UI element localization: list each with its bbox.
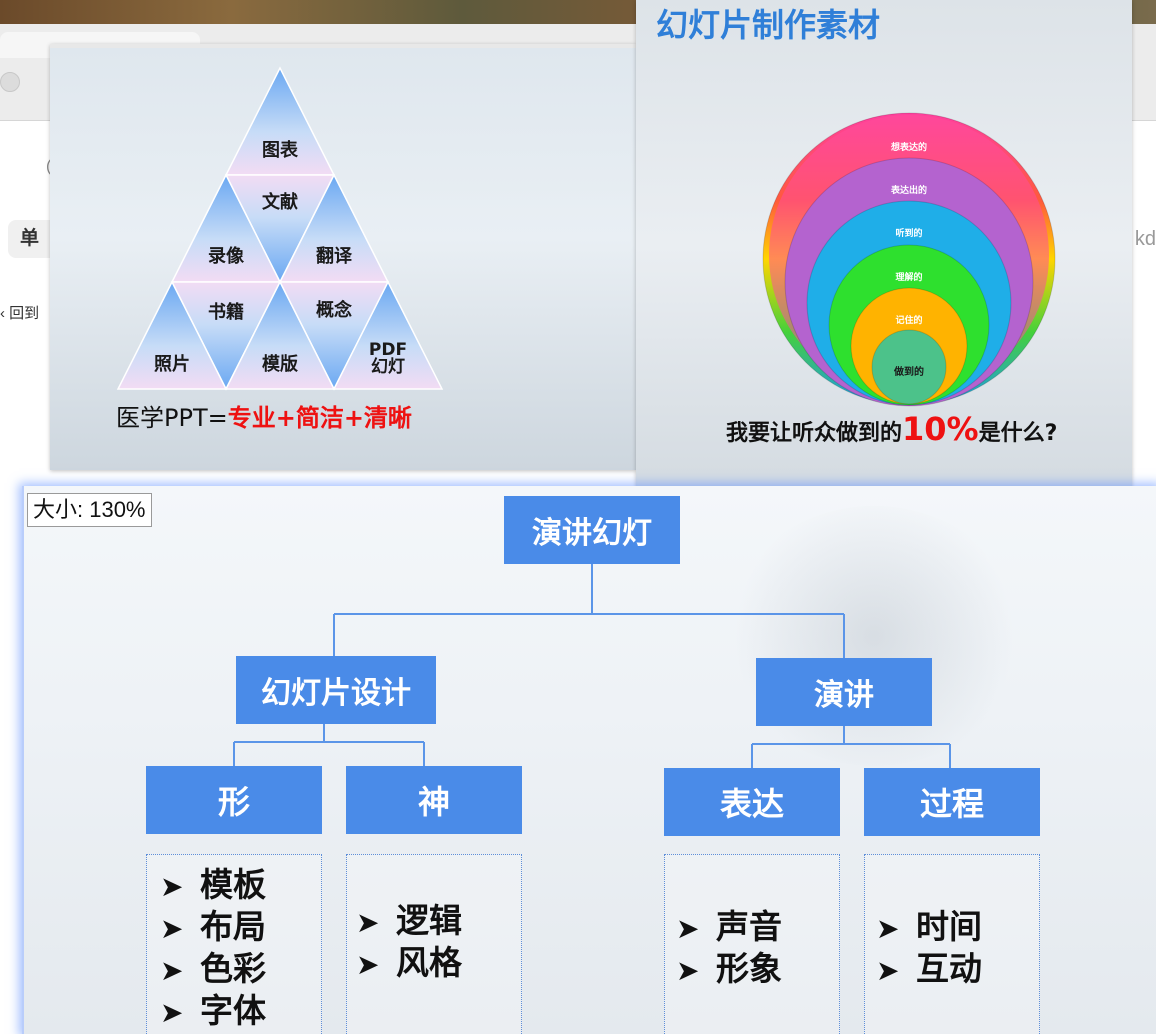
bullet-item: ➤ 风格 <box>356 936 462 984</box>
circles-caption: 我要让听众做到的10%是什么? <box>726 410 1057 448</box>
bullet-text: 声音 <box>716 907 782 946</box>
background-window-button[interactable] <box>0 72 20 92</box>
background-back-link[interactable]: ‹ 回到 <box>0 302 39 323</box>
caption-suffix: 是什么? <box>978 421 1058 446</box>
bullet-text: 布局 <box>200 907 266 946</box>
pyramid-label: 照片 <box>154 354 190 375</box>
bullet-item: ➤ 互动 <box>876 942 982 990</box>
arrow-bullet-icon: ➤ <box>876 954 900 987</box>
pyramid-label: 模版 <box>262 354 298 375</box>
pyramid-label: 录像 <box>208 246 244 267</box>
arrow-bullet-icon: ➤ <box>876 912 900 945</box>
arrow-bullet-icon: ➤ <box>356 948 380 981</box>
tree-root-node: 演讲幻灯 <box>504 496 680 564</box>
tree-leaf-process: 过程 <box>864 768 1040 836</box>
caption-percent: 10% <box>902 410 979 448</box>
circle-label: 理解的 <box>895 273 923 283</box>
circle-label: 表达出的 <box>890 186 928 196</box>
bullet-text: 时间 <box>916 907 982 946</box>
arrow-bullet-icon: ➤ <box>160 996 184 1029</box>
tree-leaf-expression: 表达 <box>664 768 840 836</box>
circle-label: 做到的 <box>894 367 924 378</box>
pyramid-caption: 医学PPT=专业+简洁+清晰 <box>116 398 412 433</box>
pyramid-slide[interactable]: 图表 文献 录像 翻译 书籍 概念 照片 模版 PDF 幻灯 医学PPT=专业+… <box>50 44 636 470</box>
pyramid-label: 文献 <box>262 192 298 213</box>
caption-prefix: 医学PPT= <box>116 404 228 432</box>
bullet-item: ➤ 布局 <box>160 900 266 948</box>
bullet-item: ➤ 逻辑 <box>356 894 462 942</box>
bullet-item: ➤ 字体 <box>160 984 266 1032</box>
bullet-text: 字体 <box>200 991 266 1030</box>
tree-branch-design: 幻灯片设计 <box>236 656 436 724</box>
pyramid-label: 书籍 <box>208 302 244 323</box>
chevron-left-icon: ‹ <box>0 305 5 322</box>
circle-label: 想表达的 <box>890 143 928 153</box>
background-text-fragment-right: kd <box>1134 228 1156 250</box>
arrow-bullet-icon: ➤ <box>676 954 700 987</box>
pyramid-label-line: 幻灯 <box>371 357 405 377</box>
circles-slide[interactable]: 幻灯片制作素材 想表达的 表达出的 听到的 理解的 记住的 做到的 我要让听众做到的10%… <box>636 0 1132 488</box>
caption-highlight: 专业+简洁+清晰 <box>227 404 412 432</box>
tree-leaf-form: 形 <box>146 766 322 834</box>
bullet-text: 模板 <box>200 865 266 904</box>
pyramid-label-pdf: PDF 幻灯 <box>369 342 407 376</box>
bullet-item: ➤ 形象 <box>676 942 782 990</box>
arrow-bullet-icon: ➤ <box>160 954 184 987</box>
bullet-item: ➤ 声音 <box>676 900 782 948</box>
image-viewer-window[interactable]: 演讲幻灯 幻灯片设计 演讲 形 神 表达 过程 ➤ 模板 ➤ 布局 ➤ 色彩 ➤ 字体 ➤ 逻辑 ➤… <box>22 486 1156 1034</box>
zoom-level-label: 大小: 130% <box>27 493 152 527</box>
bullet-item: ➤ 色彩 <box>160 942 266 990</box>
caption-prefix: 我要让听众做到的 <box>726 421 903 446</box>
pyramid-label: 图表 <box>262 140 298 161</box>
tree-branch-speech: 演讲 <box>756 658 932 726</box>
tree-leaf-spirit: 神 <box>346 766 522 834</box>
bullet-text: 风格 <box>396 943 462 982</box>
pyramid-label: 概念 <box>316 300 352 321</box>
bullet-text: 形象 <box>716 949 782 988</box>
bullet-item: ➤ 时间 <box>876 900 982 948</box>
arrow-bullet-icon: ➤ <box>676 912 700 945</box>
circle-label: 记住的 <box>895 316 923 326</box>
bullet-item: ➤ 模板 <box>160 858 266 906</box>
bullet-text: 逻辑 <box>396 901 462 940</box>
pyramid-label: 翻译 <box>316 246 352 267</box>
circle-label: 听到的 <box>895 229 923 239</box>
arrow-bullet-icon: ➤ <box>160 870 184 903</box>
bullet-text: 色彩 <box>200 949 266 988</box>
back-link-label: 回到 <box>9 305 40 322</box>
bullet-text: 互动 <box>916 949 982 988</box>
arrow-bullet-icon: ➤ <box>160 912 184 945</box>
arrow-bullet-icon: ➤ <box>356 906 380 939</box>
